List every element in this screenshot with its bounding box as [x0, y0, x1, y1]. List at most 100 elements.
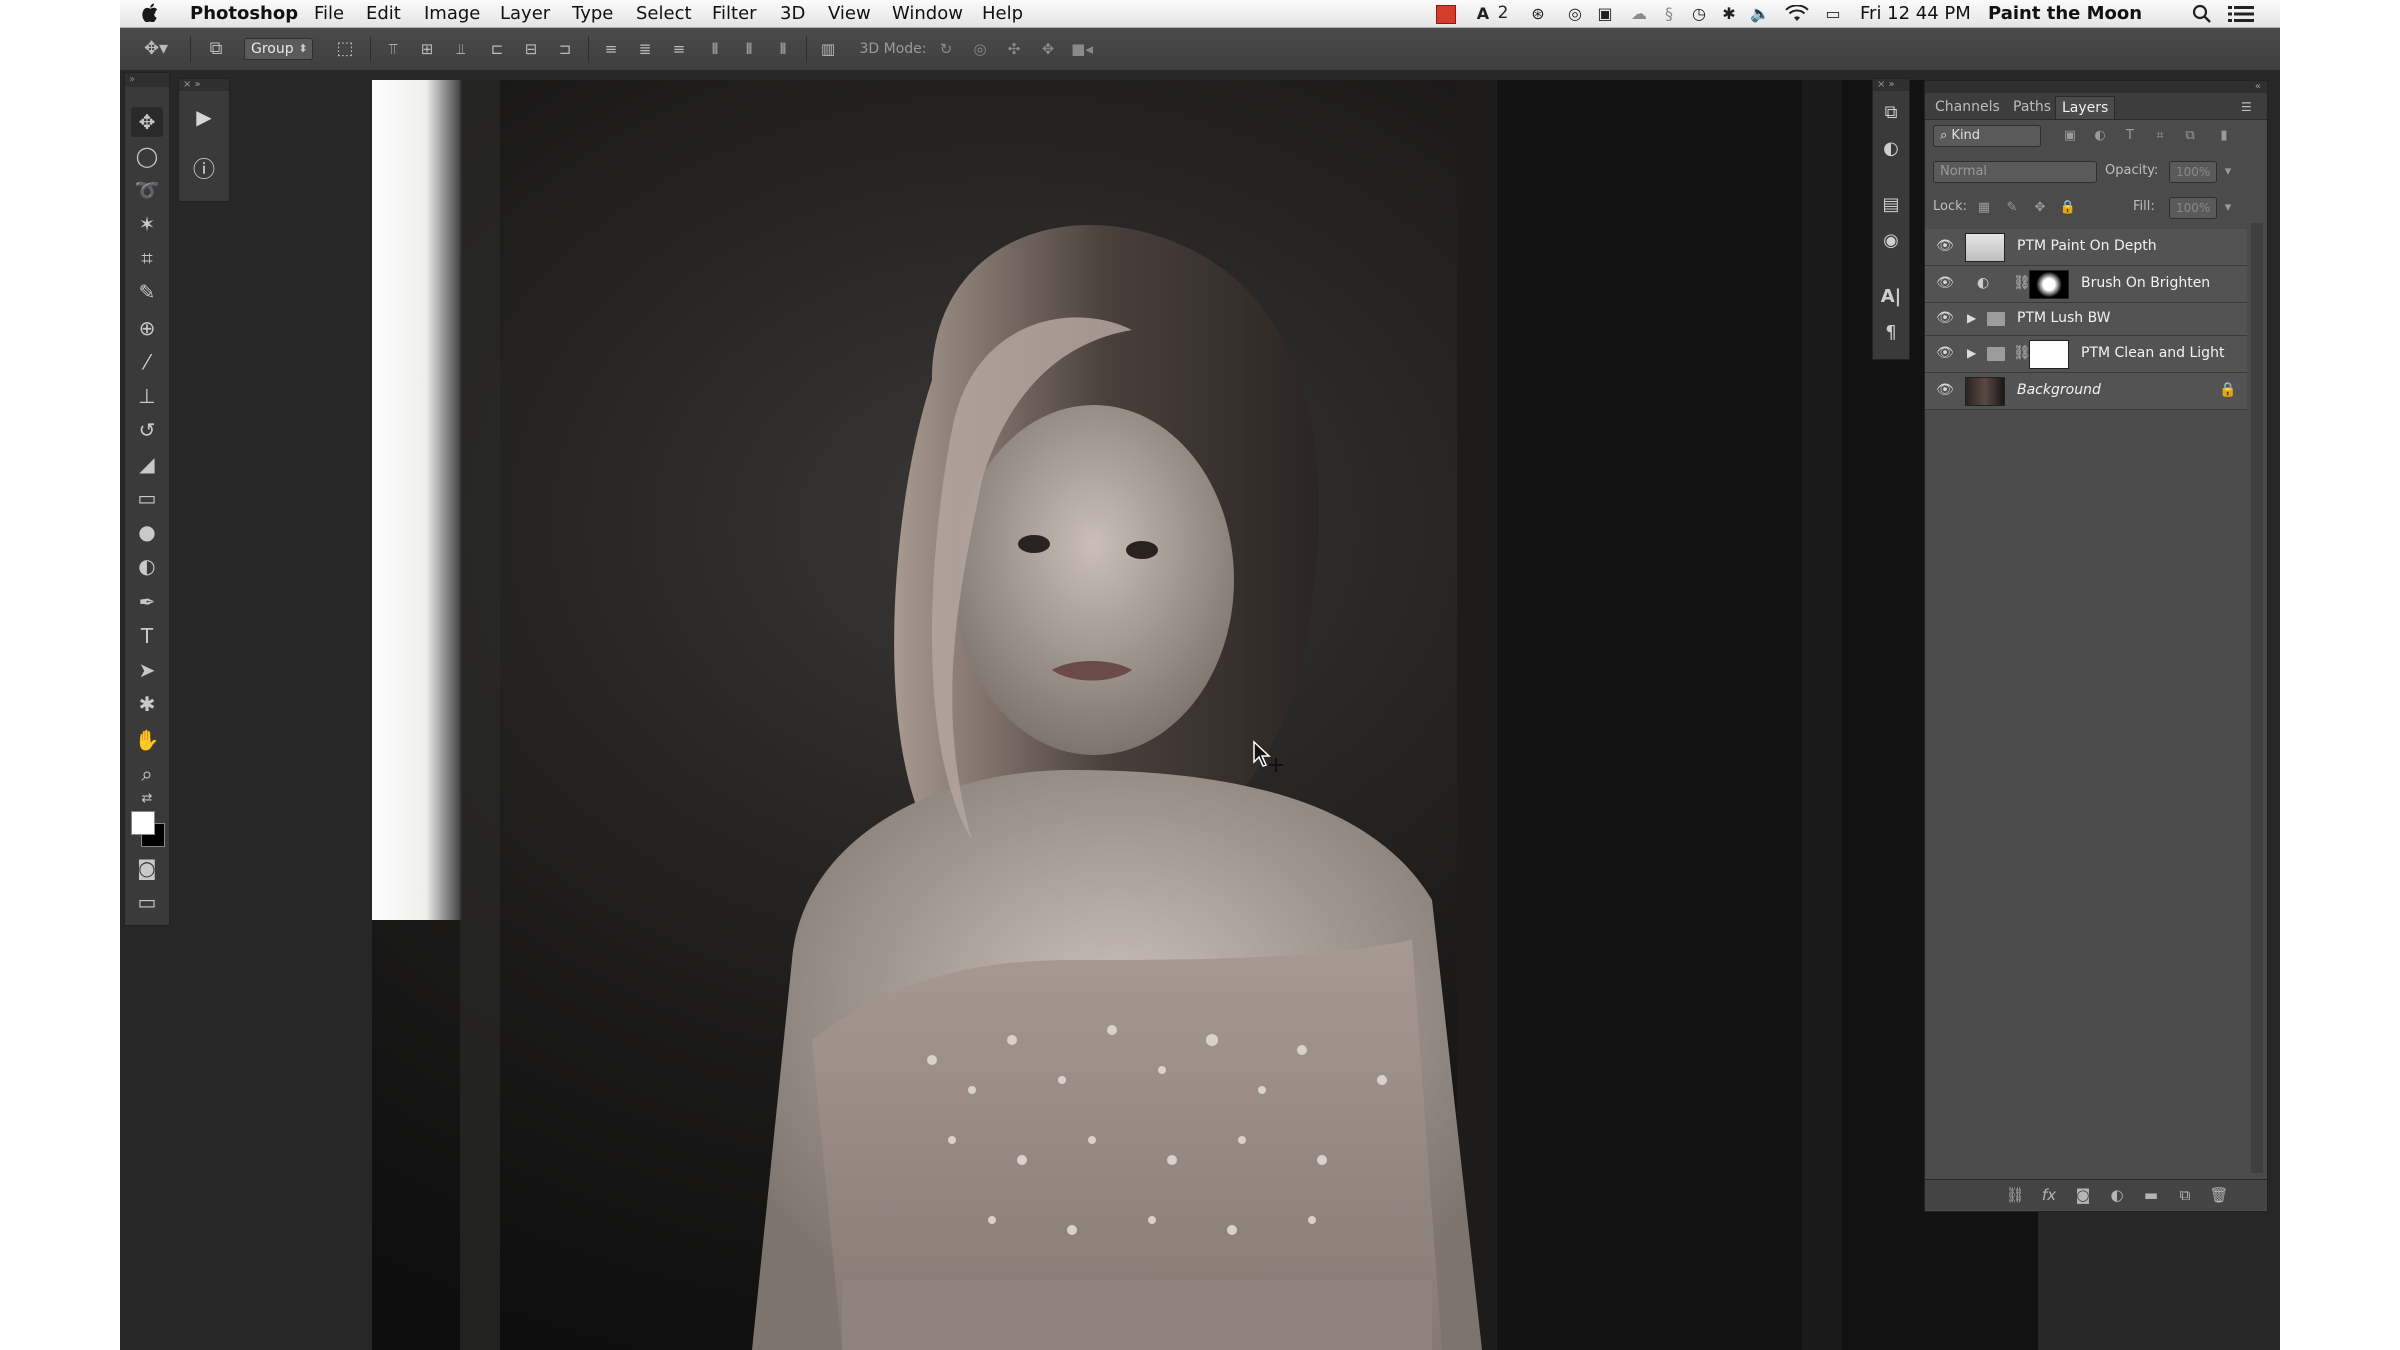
- swap-colors-icon[interactable]: ⇄: [131, 789, 163, 809]
- visibility-eye-icon[interactable]: 👁: [1935, 382, 1955, 398]
- menu-image[interactable]: Image: [424, 3, 480, 25]
- dock-header[interactable]: × »: [1873, 79, 1909, 91]
- actions-panel-header[interactable]: × »: [179, 79, 229, 91]
- filter-type-icon[interactable]: T: [2121, 127, 2139, 145]
- new-group-icon[interactable]: ▬: [2141, 1186, 2161, 1204]
- lasso-tool-icon[interactable]: ➰: [131, 175, 163, 205]
- distribute-hcenter-icon[interactable]: ⦀: [738, 38, 760, 60]
- lock-position-icon[interactable]: ✥: [2031, 199, 2049, 217]
- move-tool-preset-icon[interactable]: ✥▾: [136, 38, 176, 60]
- menu-3d[interactable]: 3D: [780, 3, 805, 25]
- 3d-slide-icon[interactable]: ✥: [1036, 38, 1060, 60]
- healing-brush-tool-icon[interactable]: ⊕: [131, 313, 163, 343]
- menu-select[interactable]: Select: [636, 3, 692, 25]
- menu-layer[interactable]: Layer: [500, 3, 550, 25]
- wifi-icon[interactable]: [1784, 5, 1810, 23]
- hand-tool-icon[interactable]: ✋: [131, 725, 163, 755]
- auto-select-icon[interactable]: ⧉: [202, 38, 230, 60]
- sync-status-icon[interactable]: ◎: [1564, 5, 1586, 22]
- align-bottom-icon[interactable]: ⫫: [450, 38, 472, 60]
- 3d-scale-icon[interactable]: ■◂: [1070, 38, 1094, 60]
- creative-cloud-icon[interactable]: ⊛: [1526, 5, 1550, 22]
- auto-align-icon[interactable]: ▥: [816, 38, 840, 60]
- character-panel-icon[interactable]: A|: [1877, 283, 1905, 311]
- time-machine-icon[interactable]: ◷: [1688, 5, 1710, 22]
- menu-view[interactable]: View: [828, 3, 871, 25]
- filter-toggle-icon[interactable]: ▮: [2215, 127, 2233, 145]
- play-action-icon[interactable]: ▶: [188, 101, 220, 133]
- filter-smart-object-icon[interactable]: ⧉: [2181, 127, 2199, 145]
- new-adjustment-layer-icon[interactable]: ◐: [2107, 1186, 2127, 1204]
- new-layer-icon[interactable]: ⧉: [2175, 1186, 2195, 1204]
- quick-mask-icon[interactable]: ◙: [131, 853, 163, 883]
- distribute-right-icon[interactable]: ⫴: [772, 38, 794, 60]
- opacity-input[interactable]: 100%: [2169, 161, 2217, 183]
- filter-shape-icon[interactable]: ⌗: [2151, 127, 2169, 145]
- layer-row[interactable]: 👁 PTM Paint On Depth: [1925, 229, 2247, 266]
- menubar-user[interactable]: Paint the Moon: [1988, 3, 2142, 25]
- menu-window[interactable]: Window: [892, 3, 963, 25]
- color-panel-icon[interactable]: ◉: [1877, 227, 1905, 255]
- blend-mode-dropdown[interactable]: Normal: [1933, 161, 2097, 183]
- brush-tool-icon[interactable]: ⁄: [131, 347, 163, 377]
- battery-icon[interactable]: ▭: [1820, 5, 1846, 22]
- apple-icon[interactable]: [142, 3, 158, 22]
- layer-style-fx-icon[interactable]: fx: [2039, 1186, 2059, 1204]
- layers-panel-header[interactable]: «: [1925, 81, 2267, 93]
- crop-tool-icon[interactable]: ⌗: [131, 243, 163, 273]
- menu-edit[interactable]: Edit: [366, 3, 401, 25]
- pen-tool-icon[interactable]: ✒: [131, 587, 163, 617]
- notification-center-icon[interactable]: [2228, 5, 2254, 23]
- tab-channels[interactable]: Channels: [1929, 96, 2006, 118]
- menu-filter[interactable]: Filter: [712, 3, 757, 25]
- filter-pixel-icon[interactable]: ▣: [2061, 127, 2079, 145]
- distribute-vcenter-icon[interactable]: ≣: [634, 38, 656, 60]
- dodge-tool-icon[interactable]: ◐: [131, 551, 163, 581]
- visibility-eye-icon[interactable]: 👁: [1935, 310, 1955, 326]
- marquee-tool-icon[interactable]: ◯: [131, 141, 163, 171]
- screen-mode-icon[interactable]: ▭: [131, 887, 163, 917]
- app-menu[interactable]: Photoshop: [190, 3, 298, 25]
- layers-scrollbar[interactable]: [2251, 223, 2263, 1173]
- properties-panel-icon[interactable]: ▤: [1877, 191, 1905, 219]
- shape-tool-icon[interactable]: ✱: [131, 689, 163, 719]
- type-tool-icon[interactable]: T: [131, 621, 163, 651]
- history-panel-icon[interactable]: ⧉: [1877, 99, 1905, 127]
- align-vcenter-icon[interactable]: ⊞: [416, 38, 438, 60]
- add-mask-icon[interactable]: ◙: [2073, 1186, 2093, 1204]
- eraser-tool-icon[interactable]: ◢: [131, 449, 163, 479]
- cloud-icon[interactable]: ☁: [1628, 5, 1650, 22]
- path-selection-tool-icon[interactable]: ➤: [131, 655, 163, 685]
- opacity-arrow-icon[interactable]: ▾: [2219, 163, 2237, 181]
- lock-pixels-icon[interactable]: ✎: [2003, 199, 2021, 217]
- zoom-tool-icon[interactable]: ⌕: [131, 759, 163, 789]
- transform-controls-icon[interactable]: ⬚: [332, 38, 358, 60]
- menu-help[interactable]: Help: [982, 3, 1023, 25]
- 3d-roll-icon[interactable]: ◎: [968, 38, 992, 60]
- camera-icon[interactable]: ▣: [1594, 5, 1616, 22]
- menubar-clock[interactable]: Fri 12 44 PM: [1860, 3, 1971, 25]
- panel-menu-icon[interactable]: ☰: [2235, 96, 2258, 118]
- link-layers-icon[interactable]: ⛓: [2005, 1186, 2025, 1204]
- visibility-eye-icon[interactable]: 👁: [1935, 345, 1955, 361]
- move-tool-icon[interactable]: ✥: [131, 107, 163, 137]
- layer-row[interactable]: 👁 ◐ ⛓ Brush On Brighten: [1925, 266, 2247, 303]
- layer-filter-kind-dropdown[interactable]: ⌕ Kind: [1933, 125, 2041, 147]
- delete-layer-icon[interactable]: 🗑: [2209, 1186, 2229, 1204]
- layer-group-row[interactable]: 👁 ▶ PTM Lush BW: [1925, 303, 2247, 336]
- align-hcenter-icon[interactable]: ⊟: [520, 38, 542, 60]
- lock-transparent-icon[interactable]: ▦: [1975, 199, 1993, 217]
- volume-icon[interactable]: 🔈: [1748, 5, 1772, 22]
- align-left-icon[interactable]: ⊏: [486, 38, 508, 60]
- visibility-eye-icon[interactable]: 👁: [1935, 275, 1955, 291]
- blur-tool-icon[interactable]: ●: [131, 517, 163, 547]
- fill-input[interactable]: 100%: [2169, 197, 2217, 219]
- tab-layers[interactable]: Layers: [2055, 96, 2116, 119]
- clone-stamp-tool-icon[interactable]: ⊥: [131, 381, 163, 411]
- info-icon[interactable]: ⓘ: [188, 155, 220, 187]
- expand-arrow-icon[interactable]: ▶: [1967, 346, 1976, 360]
- distribute-bottom-icon[interactable]: ≡: [668, 38, 690, 60]
- adjustments-panel-icon[interactable]: ◐: [1877, 135, 1905, 163]
- foreground-color-swatch[interactable]: [131, 811, 155, 835]
- distribute-top-icon[interactable]: ≡: [600, 38, 622, 60]
